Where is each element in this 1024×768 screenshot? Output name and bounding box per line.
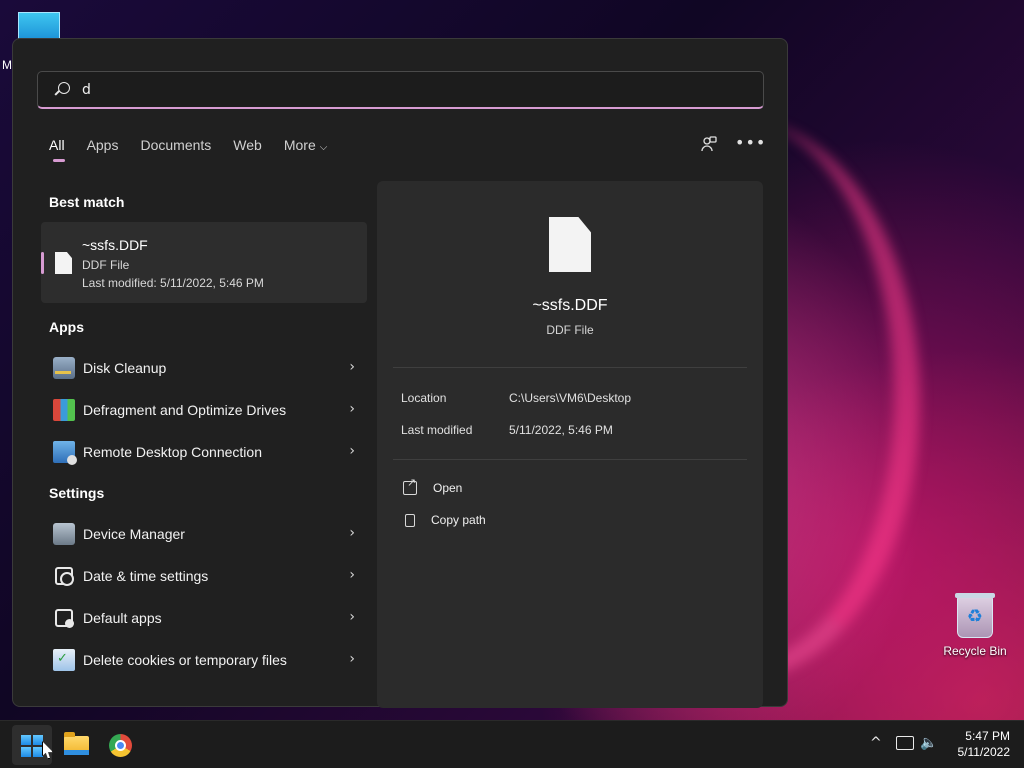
windows-logo-icon xyxy=(21,735,43,757)
app-item-disk-cleanup[interactable]: Disk Cleanup › xyxy=(41,350,367,386)
app-item-label: Defragment and Optimize Drives xyxy=(83,402,287,418)
detail-location-row: Location C:\Users\VM6\Desktop xyxy=(401,391,631,405)
setting-item-default-apps[interactable]: Default apps › xyxy=(41,600,367,636)
search-input[interactable] xyxy=(82,81,722,98)
switch-account-icon[interactable] xyxy=(699,135,719,155)
copy-path-label: Copy path xyxy=(431,513,486,527)
tab-more-label: More xyxy=(283,137,316,153)
setting-item-label: Device Manager xyxy=(83,526,185,542)
setting-item-device-manager[interactable]: Device Manager › xyxy=(41,516,367,552)
defragment-icon xyxy=(53,399,75,421)
taskbar: ^ 🔈 5:47 PM 5/11/2022 xyxy=(0,720,1024,768)
detail-file-type: DDF File xyxy=(546,323,594,337)
result-detail-pane: ~ssfs.DDF DDF File Location C:\Users\VM6\… xyxy=(377,181,763,708)
tab-documents[interactable]: Documents xyxy=(140,137,211,153)
file-preview-icon xyxy=(549,217,591,272)
open-action[interactable]: Open xyxy=(403,476,463,495)
copy-path-icon xyxy=(405,513,415,527)
chevron-right-icon[interactable]: › xyxy=(349,609,355,625)
best-match-name: ~ssfs.DDF xyxy=(82,237,148,253)
tab-all[interactable]: All xyxy=(49,137,65,162)
chevron-right-icon[interactable]: › xyxy=(349,651,355,667)
chevron-right-icon[interactable]: › xyxy=(349,567,355,583)
start-search-panel: All Apps Documents Web More⌵ ••• Best ma… xyxy=(12,38,788,708)
clock-time: 5:47 PM xyxy=(965,729,1010,743)
folder-icon xyxy=(64,732,89,755)
date-time-icon xyxy=(55,567,74,586)
divider xyxy=(393,459,747,460)
setting-item-delete-cookies[interactable]: Delete cookies or temporary files › xyxy=(41,642,367,678)
chrome-button[interactable] xyxy=(100,725,140,765)
search-filter-tabs: All Apps Documents Web More ⌵ xyxy=(49,137,349,162)
best-match-type: DDF File xyxy=(82,258,130,272)
location-value: C:\Users\VM6\Desktop xyxy=(509,391,632,405)
divider xyxy=(393,367,747,368)
chevron-right-icon[interactable]: › xyxy=(349,401,355,417)
modified-label: Last modified xyxy=(401,423,473,437)
show-hidden-icons-chevron-icon[interactable]: ^ xyxy=(870,735,882,751)
default-apps-icon xyxy=(55,609,74,628)
modified-value: 5/11/2022, 5:46 PM xyxy=(509,423,613,437)
device-manager-icon xyxy=(53,523,75,545)
copy-path-action[interactable]: Copy path xyxy=(403,513,486,527)
recycle-bin-label: Recycle Bin xyxy=(943,644,1007,658)
tab-web[interactable]: Web xyxy=(233,137,262,153)
chevron-down-icon: ⌵ xyxy=(319,142,328,153)
best-match-title: Best match xyxy=(49,194,125,210)
open-icon xyxy=(403,476,417,495)
recycle-bin[interactable]: ♻ Recycle Bin xyxy=(940,593,1010,658)
delete-cookies-icon xyxy=(53,649,75,671)
desktop-shortcut-label: M xyxy=(2,58,12,72)
clock-date: 5/11/2022 xyxy=(957,745,1011,759)
setting-item-label: Date & time settings xyxy=(83,568,209,584)
chevron-right-icon[interactable]: › xyxy=(349,359,355,375)
best-match-modified: Last modified: 5/11/2022, 5:46 PM xyxy=(82,276,264,290)
more-options-icon[interactable]: ••• xyxy=(735,133,765,153)
app-item-label: Remote Desktop Connection xyxy=(83,444,262,460)
chevron-right-icon[interactable]: › xyxy=(349,443,355,459)
recycle-bin-icon: ♻ xyxy=(955,593,995,638)
chevron-right-icon[interactable]: › xyxy=(349,525,355,541)
setting-item-date-time[interactable]: Date & time settings › xyxy=(41,558,367,594)
file-icon xyxy=(55,252,72,274)
settings-section-title: Settings xyxy=(49,485,105,501)
selection-indicator xyxy=(41,252,44,274)
detail-file-name: ~ssfs.DDF xyxy=(532,297,608,314)
search-icon xyxy=(54,81,72,99)
detail-modified-row: Last modified 5/11/2022, 5:46 PM xyxy=(401,423,613,437)
app-item-remote-desktop[interactable]: Remote Desktop Connection › xyxy=(41,434,367,470)
clock[interactable]: 5:47 PM 5/11/2022 xyxy=(948,728,1011,760)
app-item-label: Disk Cleanup xyxy=(83,360,167,376)
chrome-icon xyxy=(109,734,132,757)
remote-desktop-icon xyxy=(53,441,77,465)
tab-apps[interactable]: Apps xyxy=(87,137,119,153)
open-label: Open xyxy=(433,481,463,495)
search-box[interactable] xyxy=(37,71,764,109)
volume-icon[interactable]: 🔈 xyxy=(920,735,937,751)
best-match-item[interactable]: ~ssfs.DDF DDF File Last modified: 5/11/2… xyxy=(41,222,367,303)
tab-more[interactable]: More ⌵ xyxy=(284,137,328,153)
location-label: Location xyxy=(401,391,447,405)
app-item-defragment[interactable]: Defragment and Optimize Drives › xyxy=(41,392,367,428)
file-explorer-button[interactable] xyxy=(56,725,96,765)
setting-item-label: Delete cookies or temporary files xyxy=(83,652,287,668)
setting-item-label: Default apps xyxy=(83,610,162,626)
network-icon[interactable] xyxy=(896,736,914,750)
start-button[interactable] xyxy=(12,725,52,765)
disk-cleanup-icon xyxy=(53,357,75,379)
apps-section-title: Apps xyxy=(49,319,84,335)
